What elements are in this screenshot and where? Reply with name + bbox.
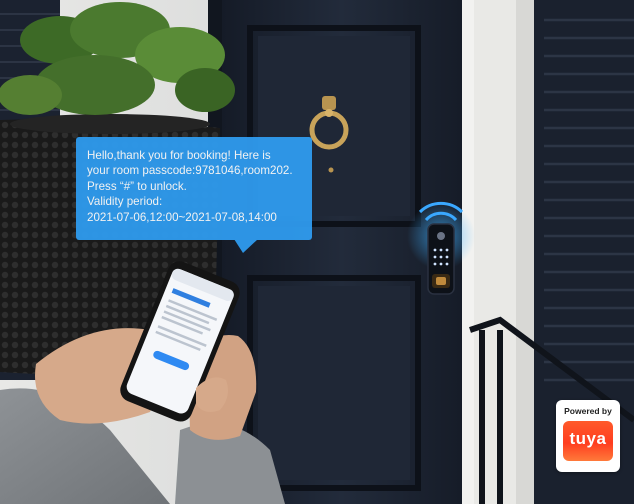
passcode-message-bubble: Hello,thank you for booking! Here is you… — [76, 137, 312, 253]
smart-lock-icon — [427, 223, 455, 295]
message-line: 2021-07-06,12:00~2021-07-08,14:00 — [87, 210, 277, 224]
powered-by-label: Powered by — [564, 406, 612, 416]
message-line: Press “#” to unlock. — [87, 179, 187, 193]
tuya-logo: tuya — [563, 421, 613, 461]
photo-background — [0, 0, 634, 504]
smart-lock-photo: Hello,thank you for booking! Here is you… — [0, 0, 634, 504]
bubble-tail — [234, 239, 258, 253]
message-line: your room passcode:9781046,room202. — [87, 164, 293, 178]
message-line: Validity period: — [87, 195, 163, 209]
message-line: Hello,thank you for booking! Here is — [87, 149, 271, 162]
powered-by-tuya-badge: Powered by tuya — [556, 400, 620, 472]
